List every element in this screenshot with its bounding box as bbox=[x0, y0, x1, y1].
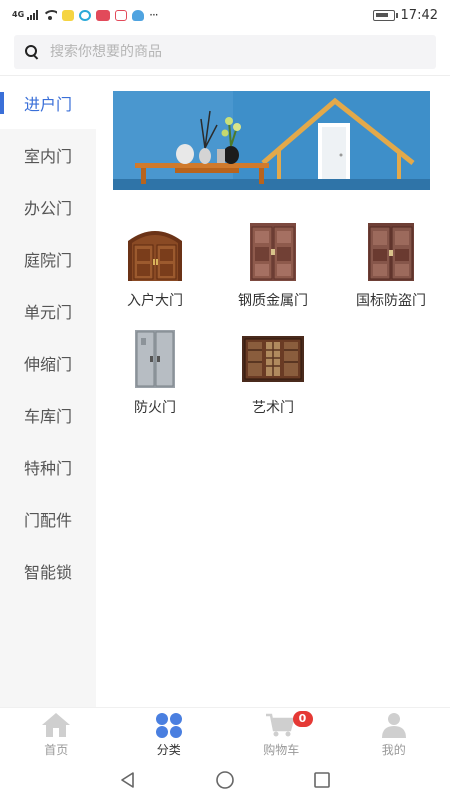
subcategory-fire-door[interactable]: 防火门 bbox=[96, 329, 214, 436]
system-navigation bbox=[0, 760, 450, 800]
security-door-icon bbox=[356, 222, 426, 282]
nav-home[interactable]: 首页 bbox=[0, 708, 113, 760]
wifi-icon bbox=[43, 10, 58, 20]
mail-icon bbox=[115, 9, 128, 21]
sidebar-item-interior-doors[interactable]: 室内门 bbox=[0, 129, 96, 181]
sidebar-item-door-accessories[interactable]: 门配件 bbox=[0, 493, 96, 545]
profile-icon bbox=[381, 713, 406, 738]
cart-badge: 0 bbox=[292, 711, 313, 727]
nav-label: 我的 bbox=[381, 743, 406, 757]
sidebar-item-courtyard-doors[interactable]: 庭院门 bbox=[0, 233, 96, 285]
notification-app-icon bbox=[62, 9, 75, 21]
fire-door-icon bbox=[120, 329, 190, 389]
status-icons: 4G ··· bbox=[12, 8, 159, 22]
recent-apps-icon[interactable] bbox=[312, 770, 332, 790]
category-banner[interactable] bbox=[113, 91, 430, 190]
nav-label: 购物车 bbox=[263, 743, 300, 757]
banner-image bbox=[113, 91, 430, 190]
notification-app-icon bbox=[79, 9, 92, 21]
back-icon[interactable] bbox=[118, 770, 138, 790]
subcategory-label: 入户大门 bbox=[127, 293, 183, 309]
nav-category[interactable]: 分类 bbox=[113, 708, 226, 760]
bottom-navigation: 首页 分类 0 购物车 我的 bbox=[0, 707, 450, 760]
search-bar bbox=[0, 30, 450, 76]
battery-icon bbox=[372, 9, 398, 21]
nav-profile[interactable]: 我的 bbox=[338, 708, 450, 760]
search-input[interactable] bbox=[50, 44, 410, 60]
category-sidebar: 进户门 室内门 办公门 庭院门 单元门 伸缩门 车库门 特种门 门配件 智能锁 bbox=[0, 77, 96, 707]
subcategory-entrance-door[interactable]: 入户大门 bbox=[96, 222, 214, 329]
category-icon bbox=[155, 713, 182, 738]
subcategory-label: 国标防盗门 bbox=[356, 293, 426, 309]
clock: 17:42 bbox=[400, 7, 438, 23]
sidebar-item-retractable-doors[interactable]: 伸缩门 bbox=[0, 337, 96, 389]
subcategory-art-door[interactable]: 艺术门 bbox=[214, 329, 332, 436]
sidebar-item-office-doors[interactable]: 办公门 bbox=[0, 181, 96, 233]
more-notifications-icon: ··· bbox=[149, 8, 159, 22]
home-icon bbox=[42, 713, 71, 737]
sidebar-item-garage-doors[interactable]: 车库门 bbox=[0, 389, 96, 441]
search-icon[interactable] bbox=[24, 44, 40, 60]
home-button-icon[interactable] bbox=[214, 769, 236, 791]
subcategory-security-door[interactable]: 国标防盗门 bbox=[332, 222, 450, 329]
sidebar-item-entrance-doors[interactable]: 进户门 bbox=[0, 77, 96, 129]
subcategory-label: 艺术门 bbox=[252, 400, 294, 416]
sidebar-item-unit-doors[interactable]: 单元门 bbox=[0, 285, 96, 337]
subcategory-grid: 入户大门 钢质金属门 国标防盗门 防火门 艺术门 bbox=[96, 222, 450, 436]
sidebar-item-smart-locks[interactable]: 智能锁 bbox=[0, 545, 96, 597]
art-door-icon bbox=[238, 329, 308, 389]
subcategory-steel-door[interactable]: 钢质金属门 bbox=[214, 222, 332, 329]
network-type: 4G bbox=[12, 10, 25, 19]
steel-door-icon bbox=[238, 222, 308, 282]
signal-icon bbox=[27, 10, 39, 20]
nav-label: 分类 bbox=[156, 743, 181, 757]
sidebar-item-special-doors[interactable]: 特种门 bbox=[0, 441, 96, 493]
entrance-door-icon bbox=[120, 222, 190, 282]
search-box[interactable] bbox=[14, 35, 436, 69]
nav-cart[interactable]: 0 购物车 bbox=[225, 708, 338, 760]
notification-app-icon bbox=[132, 9, 145, 21]
nav-label: 首页 bbox=[44, 743, 69, 757]
status-bar: 4G ··· 17:42 bbox=[0, 0, 450, 30]
subcategory-label: 防火门 bbox=[134, 400, 176, 416]
notification-app-icon bbox=[96, 9, 111, 21]
subcategory-label: 钢质金属门 bbox=[238, 293, 308, 309]
